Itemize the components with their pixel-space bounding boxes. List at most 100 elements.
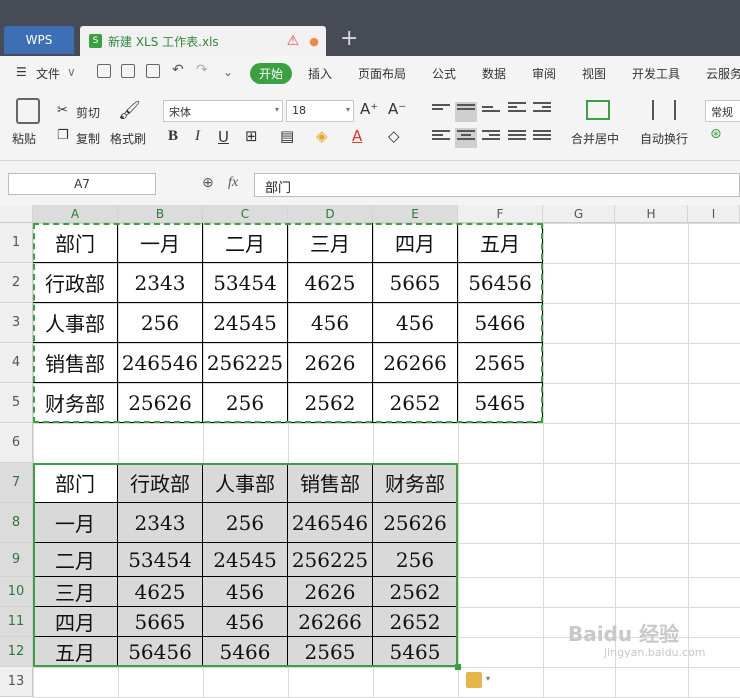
menu-tab-developer[interactable]: 开发工具 — [632, 65, 680, 82]
font-size-select[interactable]: 18 ▾ — [286, 100, 354, 122]
gridline — [33, 667, 740, 668]
unsaved-dot-icon: ● — [309, 34, 319, 48]
row-header[interactable]: 2 — [0, 263, 33, 303]
menu-tab-formula[interactable]: 公式 — [432, 65, 456, 82]
column-header[interactable]: C — [203, 205, 288, 223]
menu-tab-view[interactable]: 视图 — [582, 65, 606, 82]
title-bar: WPS S 新建 XLS 工作表.xls ⚠ ● + — [0, 0, 740, 56]
row-header[interactable]: 11 — [0, 607, 33, 637]
column-header[interactable]: F — [458, 205, 543, 223]
indent-decrease-icon[interactable] — [508, 102, 526, 118]
row-header[interactable]: 1 — [0, 223, 33, 263]
menu-tab-cloud[interactable]: 云服务 — [706, 65, 740, 82]
warning-icon[interactable]: ⚠ — [287, 33, 300, 49]
currency-icon[interactable]: ⊛ — [710, 126, 722, 142]
indent-increase-icon[interactable] — [533, 102, 551, 118]
column-header[interactable]: B — [118, 205, 203, 223]
row-header[interactable]: 13 — [0, 667, 33, 697]
justify-icon[interactable] — [508, 130, 526, 146]
watermark-url: jingyan.baidu.com — [604, 646, 706, 659]
copy-button[interactable]: 复制 — [76, 130, 100, 147]
ribbon-toolbar: 粘贴 ✂ 剪切 ❐ 复制 🖌 格式刷 宋体 ▾ 18 ▾ A⁺ A⁻ B I U ⊞… — [0, 92, 740, 161]
menu-tab-data[interactable]: 数据 — [482, 65, 506, 82]
chevron-down-icon[interactable]: ∨ — [67, 65, 76, 79]
row-header[interactable]: 12 — [0, 637, 33, 667]
bold-icon[interactable]: B — [168, 128, 178, 145]
font-name-select[interactable]: 宋体 ▾ — [163, 100, 283, 122]
underline-icon[interactable]: U — [218, 128, 229, 146]
paste-button[interactable]: 粘贴 — [12, 130, 36, 147]
align-top-icon[interactable] — [432, 104, 450, 120]
decrease-font-icon[interactable]: A⁻ — [388, 100, 406, 118]
select-all-corner[interactable] — [0, 205, 33, 223]
row-header[interactable]: 5 — [0, 383, 33, 423]
menu-tab-review[interactable]: 审阅 — [532, 65, 556, 82]
dropdown-arrow-icon[interactable]: ▾ — [486, 674, 490, 683]
row-header[interactable]: 8 — [0, 503, 33, 543]
paste-options-icon[interactable] — [466, 672, 482, 688]
eraser-icon[interactable]: ◇ — [388, 127, 400, 145]
column-header[interactable]: A — [33, 205, 118, 223]
align-center-icon[interactable] — [455, 128, 477, 148]
formula-input[interactable]: 部门 — [254, 173, 740, 197]
row-header[interactable]: 10 — [0, 577, 33, 607]
tab-wps[interactable]: WPS — [4, 26, 74, 54]
font-color-icon[interactable]: A — [352, 127, 362, 145]
column-header[interactable]: I — [688, 205, 740, 223]
new-tab-button[interactable]: + — [340, 28, 358, 50]
column-header[interactable]: G — [543, 205, 615, 223]
redo-icon[interactable]: ↷ — [196, 62, 208, 78]
more-chevron-icon[interactable]: ⌄ — [223, 65, 233, 79]
font-name-value: 宋体 — [169, 106, 191, 119]
scissors-icon[interactable]: ✂ — [57, 103, 68, 118]
border-icon[interactable]: ⊞ — [245, 127, 258, 145]
print-icon[interactable] — [121, 64, 135, 78]
selection-border — [33, 463, 458, 667]
align-right-icon[interactable] — [482, 130, 500, 146]
menu-bar: ☰ 文件 ∨ ↶ ↷ ⌄ 开始 插入 页面布局 公式 数据 审阅 视图 开发工具… — [0, 56, 740, 92]
wrap-text-icon[interactable] — [652, 100, 676, 120]
number-format-select[interactable]: 常规 — [705, 100, 740, 122]
align-left-icon[interactable] — [432, 130, 450, 146]
fx-icon[interactable]: fx — [228, 175, 238, 191]
cut-button[interactable]: 剪切 — [76, 104, 100, 121]
print-preview-icon[interactable] — [146, 64, 160, 78]
menu-tab-insert[interactable]: 插入 — [308, 65, 332, 82]
menu-tab-page-layout[interactable]: 页面布局 — [358, 65, 406, 82]
wrap-text-button[interactable]: 自动换行 — [640, 130, 688, 147]
format-painter-button[interactable]: 格式刷 — [110, 130, 146, 147]
row-header[interactable]: 3 — [0, 303, 33, 343]
gridline — [33, 423, 740, 424]
column-header[interactable]: H — [615, 205, 688, 223]
zoom-search-icon[interactable]: ⊕ — [202, 175, 214, 191]
dropdown-arrow-icon: ▾ — [274, 105, 279, 114]
save-icon[interactable] — [97, 64, 111, 78]
italic-icon[interactable]: I — [195, 128, 200, 145]
column-header[interactable]: E — [373, 205, 458, 223]
row-header[interactable]: 7 — [0, 463, 33, 503]
undo-icon[interactable]: ↶ — [172, 62, 184, 78]
formula-content: 部门 — [265, 181, 292, 196]
column-header[interactable]: D — [288, 205, 373, 223]
hamburger-icon[interactable]: ☰ — [16, 65, 27, 79]
align-middle-icon[interactable] — [455, 102, 477, 122]
merge-center-icon[interactable] — [586, 100, 610, 120]
format-painter-icon[interactable]: 🖌 — [118, 100, 141, 121]
fill-color-icon[interactable]: ◈ — [316, 127, 328, 145]
tab-document[interactable]: S 新建 XLS 工作表.xls ⚠ ● — [80, 26, 326, 56]
file-menu[interactable]: 文件 — [36, 65, 60, 82]
copy-icon[interactable]: ❐ — [57, 128, 69, 143]
dropdown-arrow-icon: ▾ — [345, 105, 350, 114]
cell-style-icon[interactable]: ▤ — [280, 127, 294, 145]
increase-font-icon[interactable]: A⁺ — [360, 100, 378, 118]
paste-icon[interactable] — [16, 98, 40, 124]
fill-handle[interactable] — [455, 664, 461, 670]
align-bottom-icon[interactable] — [482, 106, 500, 122]
distributed-icon[interactable] — [533, 130, 551, 146]
name-box[interactable]: A7 — [8, 173, 156, 195]
merge-center-button[interactable]: 合并居中 — [571, 130, 619, 147]
row-header[interactable]: 6 — [0, 423, 33, 463]
row-header[interactable]: 4 — [0, 343, 33, 383]
menu-tab-start[interactable]: 开始 — [250, 63, 292, 84]
row-header[interactable]: 9 — [0, 543, 33, 577]
